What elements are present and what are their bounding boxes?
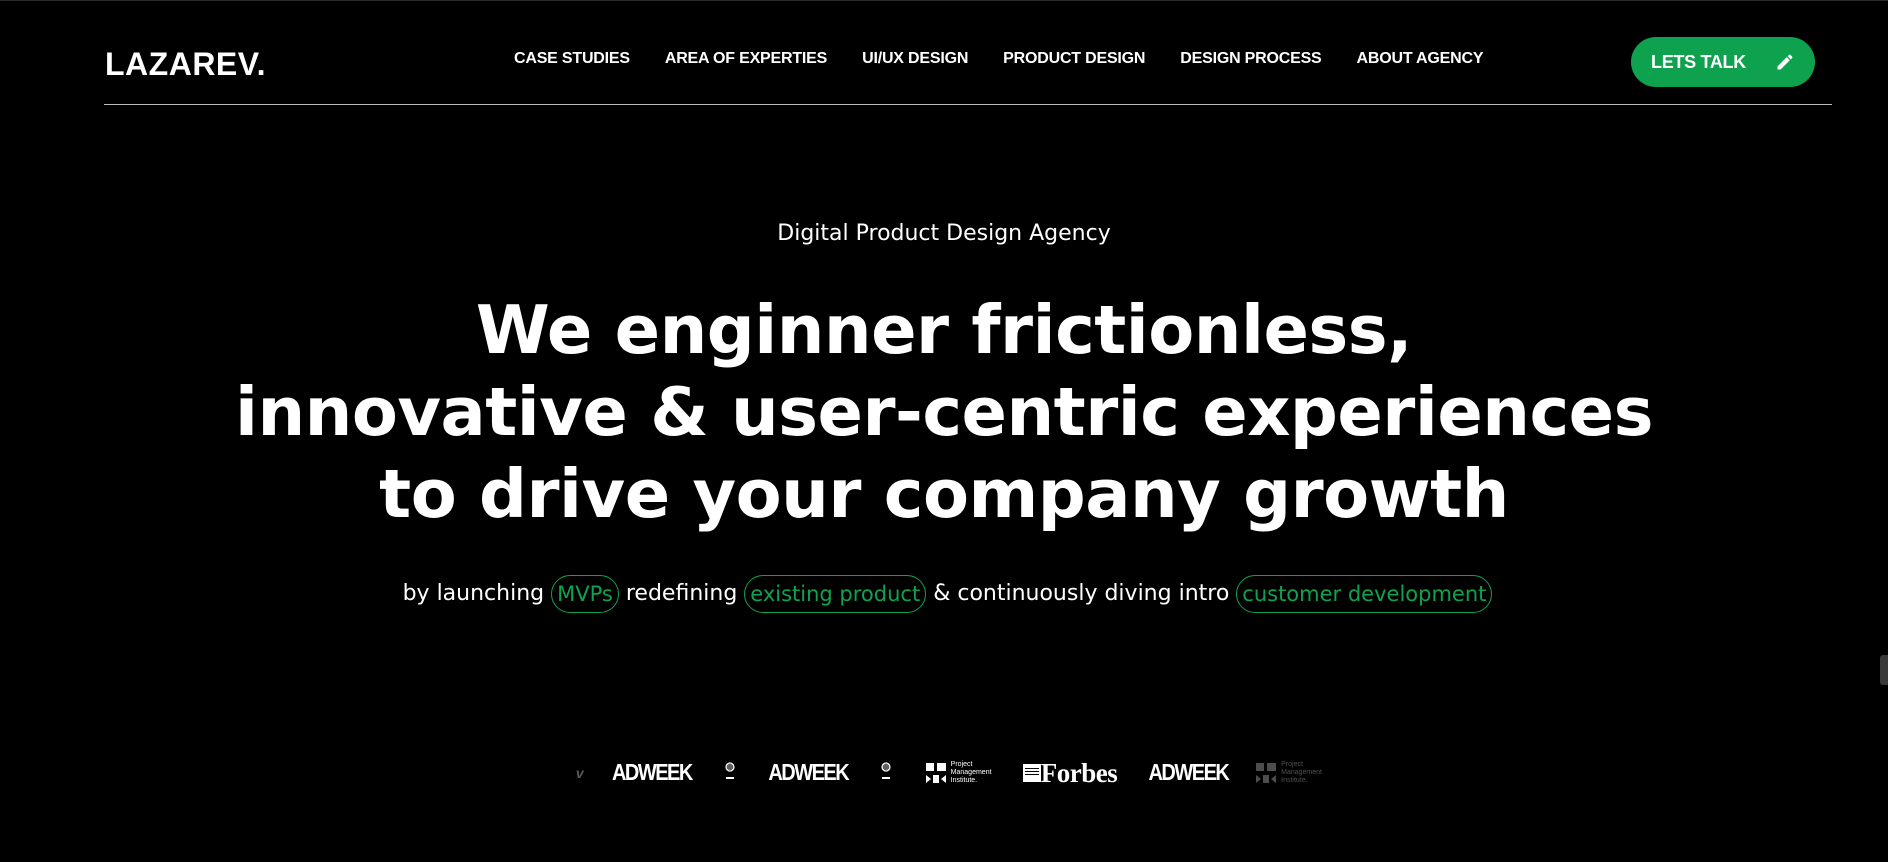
adweek-logo-3: ADWEEK: [1148, 759, 1229, 786]
hero-headline: We enginner frictionless, innovative & u…: [0, 289, 1888, 535]
partial-logo: v: [575, 765, 584, 781]
adweek-logo: ADWEEK: [611, 759, 693, 786]
nav-ui-ux-design[interactable]: UI/UX DESIGN: [862, 49, 968, 69]
hero-subline: by launching MVPs redefining existing pr…: [0, 575, 1888, 613]
pmi-line-2b: Management: [1281, 769, 1322, 776]
nav-design-process[interactable]: DESIGN PROCESS: [1180, 49, 1321, 69]
forbes-logo: Forbes: [1022, 757, 1118, 789]
site-logo[interactable]: LAZAREV.: [105, 45, 266, 83]
press-logos-strip: v ADWEEK ADWEEK Project Management Insti…: [570, 757, 1322, 789]
headline-line-3: to drive your company growth: [379, 455, 1509, 533]
hero-eyebrow: Digital Product Design Agency: [777, 221, 1111, 246]
nav-product-design[interactable]: PRODUCT DESIGN: [1003, 49, 1145, 69]
pmi-text: Project Management Institute.: [951, 761, 992, 785]
subline-text-3: & continuously diving intro: [933, 581, 1230, 606]
customer-development-pill[interactable]: customer development: [1236, 575, 1493, 613]
nav-area-of-experties[interactable]: AREA OF EXPERTIES: [665, 49, 827, 69]
existing-product-pill[interactable]: existing product: [744, 575, 927, 613]
webby-logo-2: [879, 757, 893, 789]
nav-about-agency[interactable]: ABOUT AGENCY: [1357, 49, 1484, 69]
mvps-pill[interactable]: MVPs: [551, 575, 619, 613]
adweek-logo-2: ADWEEK: [768, 759, 849, 786]
side-drawer-handle[interactable]: [1880, 655, 1888, 685]
pmi-text-2: Project Management Institute.: [1281, 761, 1322, 785]
pmi-line-1b: Project: [1281, 761, 1303, 768]
lets-talk-button[interactable]: LETS TALK: [1631, 37, 1815, 87]
main-nav: CASE STUDIES AREA OF EXPERTIES UI/UX DES…: [514, 49, 1484, 69]
page: LAZAREV. CASE STUDIES AREA OF EXPERTIES …: [0, 0, 1888, 862]
subline-text-1: by launching: [402, 581, 545, 606]
pmi-logo: Project Management Institute.: [925, 757, 992, 789]
headline-line-2: innovative & user-centric experiences: [234, 373, 1654, 451]
pmi-line-1: Project: [950, 761, 973, 768]
headline-line-1: We enginner frictionless,: [475, 291, 1413, 369]
site-header: LAZAREV. CASE STUDIES AREA OF EXPERTIES …: [104, 1, 1832, 105]
pmi-line-3: Institute.: [950, 777, 978, 784]
subline-text-2: redefining: [625, 581, 738, 606]
lets-talk-label: LETS TALK: [1651, 51, 1746, 72]
pencil-icon: [1777, 54, 1793, 70]
pmi-line-2: Management: [950, 769, 992, 776]
pmi-line-3b: Institute.: [1281, 777, 1308, 784]
nav-case-studies[interactable]: CASE STUDIES: [514, 49, 630, 69]
pmi-logo-2: Project Management Institute.: [1255, 757, 1322, 789]
forbes-wordmark: Forbes: [1040, 757, 1118, 788]
webby-logo: [723, 757, 737, 789]
